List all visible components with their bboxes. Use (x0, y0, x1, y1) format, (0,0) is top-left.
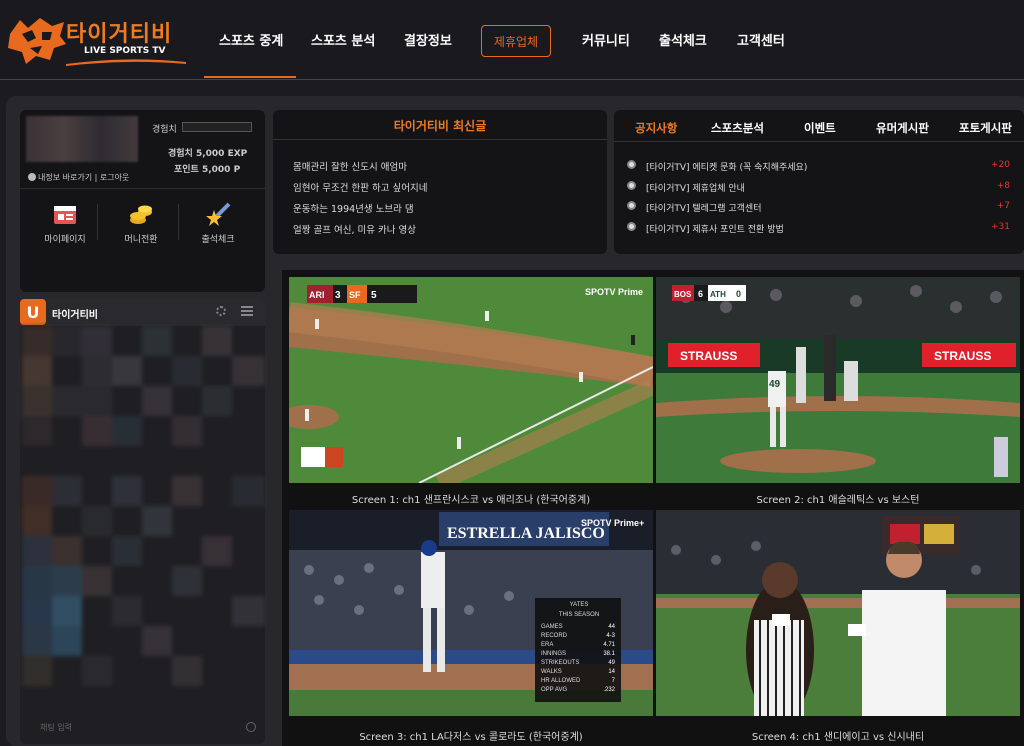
tab-events[interactable]: 이벤트 (804, 120, 836, 136)
stat-player-name: YATES (570, 602, 589, 608)
score-away: 3 (335, 290, 341, 301)
stat-label: OPP AVG (541, 687, 567, 693)
screen-1-caption[interactable]: Screen 1: ch1 샌프란시스코 vs 애리조나 (한국어중계) (289, 491, 653, 506)
screen-4-caption[interactable]: Screen 4: ch1 샌디에이고 vs 신시내티 (656, 728, 1020, 743)
header-divider (0, 79, 1024, 80)
nav-injury-info[interactable]: 결장정보 (404, 30, 452, 49)
soccer-ball-icon (627, 201, 636, 210)
score-home: 5 (371, 290, 377, 301)
stat-label: INNINGS (541, 651, 566, 657)
tab-photo[interactable]: 포토게시판 (959, 120, 1012, 136)
points-value: 포인트 5,000 P (174, 165, 241, 175)
screen-3-video[interactable]: ESTRELLA JALISCO SPOTV Prime+ YATES THIS… (289, 510, 653, 716)
nav-attendance[interactable]: 출석체크 (659, 30, 707, 49)
chat-messages-blurred (22, 326, 265, 686)
logo-swoosh-icon (66, 59, 186, 66)
nav-active-underline (204, 76, 296, 78)
emoji-icon[interactable] (246, 722, 256, 732)
stat-value: 49 (608, 660, 615, 666)
notice-count: +20 (991, 160, 1010, 170)
quick-sep-1 (97, 204, 98, 240)
broadcaster-logo: SPOTV Prime (585, 287, 643, 297)
stat-value: 44 (608, 624, 615, 630)
notice-item[interactable]: [타이거TV] 제휴업체 안내 (646, 181, 745, 194)
stat-label: RECORD (541, 633, 568, 639)
mypage-label[interactable]: 마이페이지 (40, 232, 90, 245)
soccer-ball-icon (627, 160, 636, 169)
latest-post-item[interactable]: 몸매관리 잘한 신도시 애엄마 (293, 159, 407, 173)
star-wand-icon[interactable] (205, 202, 231, 228)
stat-value: 38.1 (603, 651, 615, 657)
stat-value: .232 (603, 687, 615, 693)
soccer-ball-icon (627, 181, 636, 190)
score-home: 0 (736, 289, 741, 299)
exp-label: 경험치 (152, 125, 177, 135)
nav-sports-broadcast[interactable]: 스포츠 중계 (219, 30, 283, 49)
exp-progress-bar (182, 122, 252, 132)
score-away-team: BOS (674, 290, 692, 299)
stat-value: 4-3 (606, 633, 615, 639)
notice-item[interactable]: [타이거TV] 텔레그램 고객센터 (646, 201, 761, 214)
latest-post-item[interactable]: 임현아 무조건 한판 하고 싶어지네 (293, 180, 427, 194)
brand-name: 타이거티비 (66, 22, 173, 47)
chat-settings-icon[interactable] (216, 306, 226, 316)
exp-value: 경험치 5,000 EXP (168, 149, 248, 159)
screen-2-video[interactable]: STRAUSS STRAUSS 49 BOS 6 ATH 0 (656, 277, 1020, 483)
stat-label: ERA (541, 642, 553, 648)
nav-sports-analysis[interactable]: 스포츠 분석 (311, 30, 375, 49)
site-logo[interactable]: 타이거티비 LIVE SPORTS TV (6, 12, 196, 70)
latest-posts-title: 타이거티비 최신글 (273, 112, 607, 140)
notice-tab-divider (614, 141, 1024, 142)
notice-item[interactable]: [타이거TV] 에티켓 문화 (꼭 숙지해주세요) (646, 160, 807, 173)
coins-icon[interactable] (128, 202, 154, 228)
notice-item[interactable]: [타이거TV] 제휴사 포인트 전환 방법 (646, 222, 784, 235)
stat-label: GAMES (541, 624, 563, 630)
latest-post-item[interactable]: 운동하는 1994년생 노브라 댐 (293, 201, 414, 215)
nav-customer-center[interactable]: 고객센터 (737, 30, 785, 49)
broadcaster-logo: SPOTV Prime+ (581, 518, 644, 528)
latest-post-item[interactable]: 얼짱 골프 여신, 미유 카나 영상 (293, 222, 416, 236)
screen-1-video[interactable]: ARI 3 SF 5 SPOTV Prime (289, 277, 653, 483)
notice-count: +8 (996, 181, 1010, 191)
stat-label: HR ALLOWED (541, 678, 581, 684)
score-away: 6 (698, 289, 703, 299)
score-home-team: ATH (710, 290, 726, 299)
stat-label: WALKS (541, 669, 562, 675)
screen-2-caption[interactable]: Screen 2: ch1 애슬레틱스 vs 보스턴 (656, 491, 1020, 506)
money-exchange-label[interactable]: 머니전환 (116, 232, 166, 245)
avatar (26, 116, 138, 162)
soccer-ball-icon (627, 222, 636, 231)
brand-tagline: LIVE SPORTS TV (84, 46, 166, 56)
pitcher-jersey: 49 (769, 379, 781, 390)
tab-humor[interactable]: 유머게시판 (876, 120, 929, 136)
screen-4-video[interactable] (656, 510, 1020, 716)
stat-value: 4.71 (603, 642, 615, 648)
profile-logout-links[interactable]: 내정보 바로가기 | 로그아웃 (38, 172, 129, 183)
screen-3-caption[interactable]: Screen 3: ch1 LA다저스 vs 콜로라도 (한국어중계) (289, 728, 653, 743)
score-away-team: ARI (309, 290, 325, 300)
gear-icon (28, 173, 36, 181)
stat-label: STRIKEOUTS (541, 660, 579, 666)
chat-input[interactable]: 채팅 입력 (40, 722, 72, 733)
tab-notice[interactable]: 공지사항 (635, 120, 677, 136)
mypage-icon[interactable] (52, 202, 78, 228)
notice-count: +31 (991, 222, 1010, 232)
user-divider (20, 188, 265, 189)
nav-partners[interactable]: 제휴업체 (481, 25, 551, 57)
ad-banner-left: STRAUSS (680, 349, 737, 363)
notice-count: +7 (996, 201, 1010, 211)
stat-subtitle: THIS SEASON (559, 612, 599, 618)
attendance-label[interactable]: 출석체크 (193, 232, 243, 245)
score-home-team: SF (349, 290, 361, 300)
chat-title: 타이거티비 (52, 310, 98, 321)
quick-sep-2 (178, 204, 179, 240)
ad-banner-right: STRAUSS (934, 349, 991, 363)
nav-community[interactable]: 커뮤니티 (582, 30, 630, 49)
chat-logo-icon: U (20, 299, 46, 325)
stat-value: 14 (608, 669, 615, 675)
chat-menu-icon-mid (241, 310, 253, 312)
tab-sports-analysis[interactable]: 스포츠분석 (711, 120, 764, 136)
tiger-logo-icon (8, 18, 66, 64)
